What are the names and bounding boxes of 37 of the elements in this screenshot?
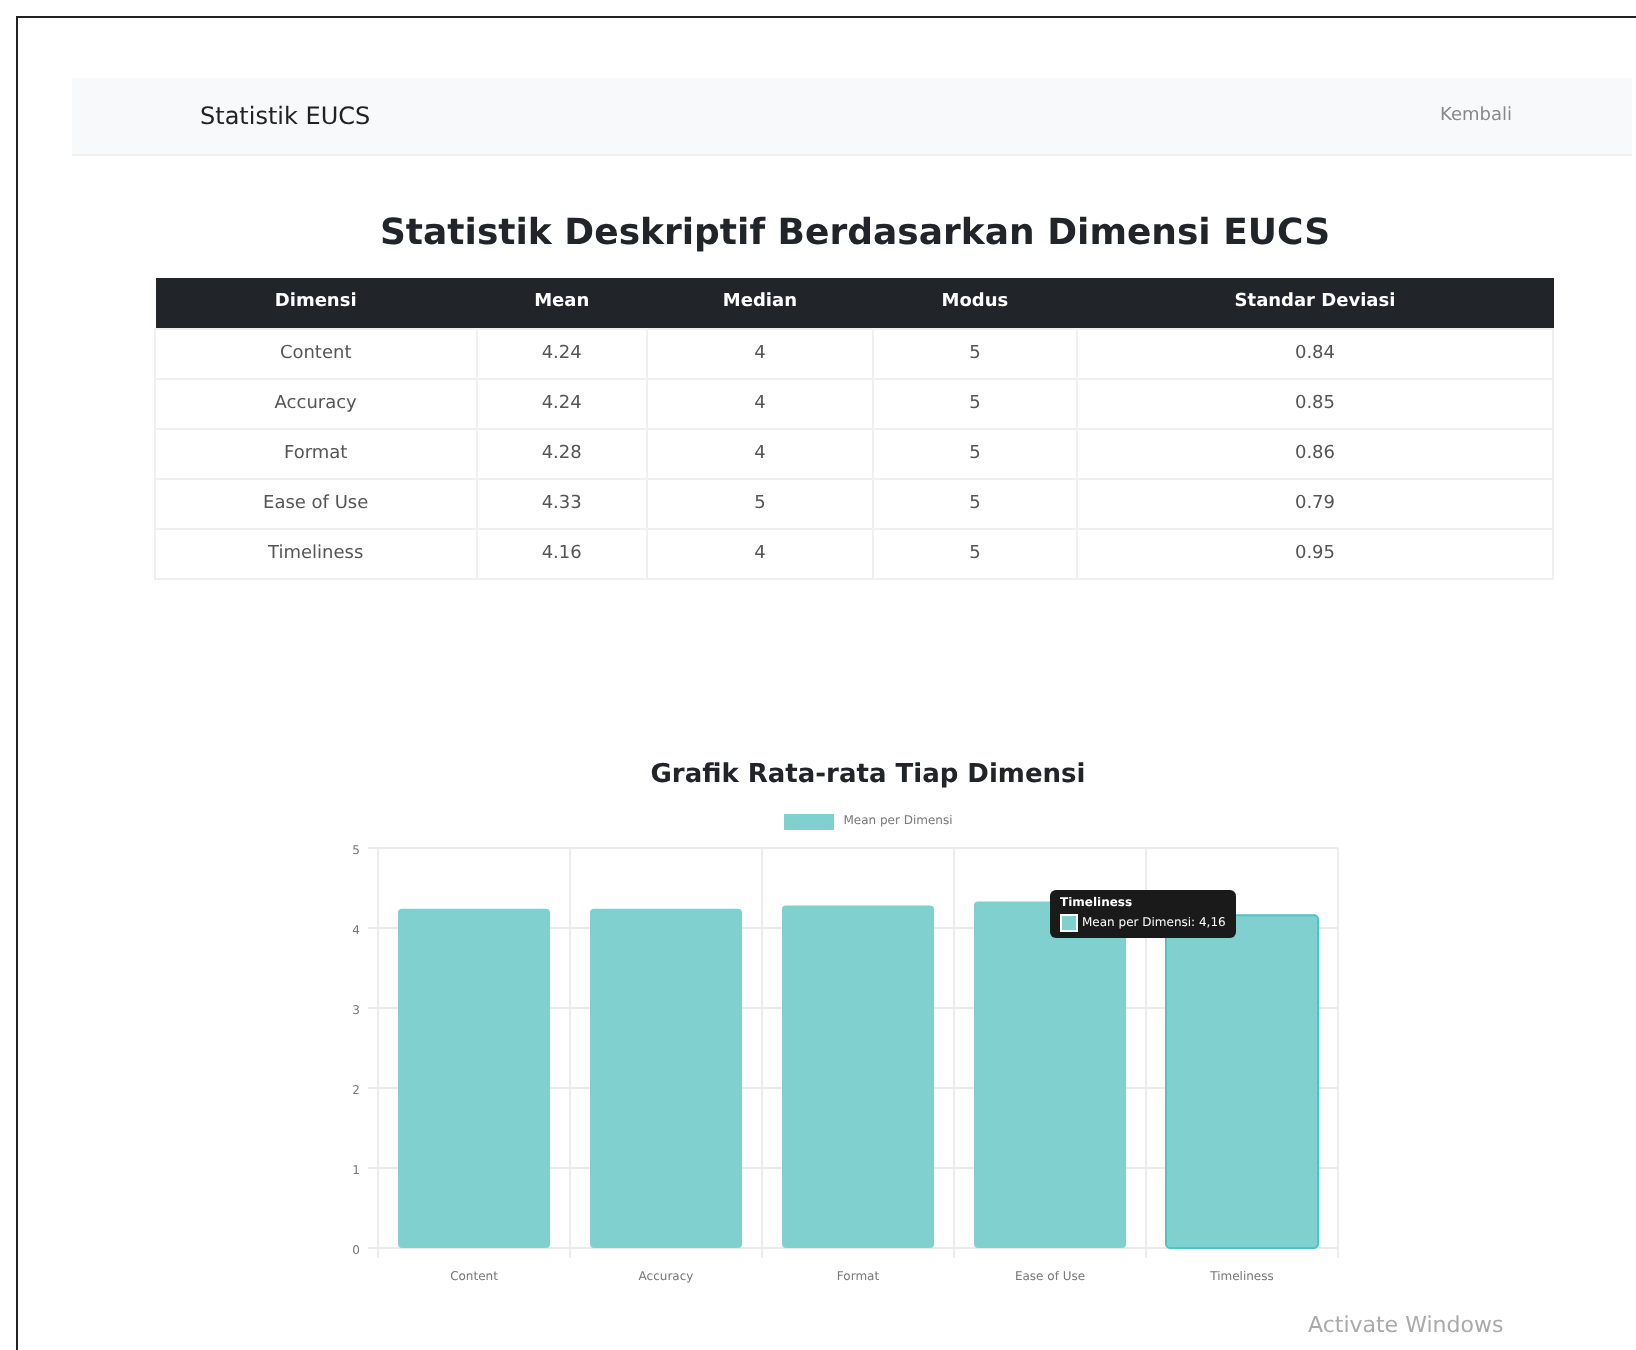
- table-cell: 5: [872, 328, 1077, 378]
- table-cell: 4.24: [476, 378, 648, 428]
- table-cell: Accuracy: [155, 378, 477, 428]
- table-cell: 0.84: [1076, 328, 1553, 378]
- table-cell: 0.86: [1076, 428, 1553, 478]
- table-cell: Ease of Use: [155, 478, 477, 528]
- table-cell: Format: [155, 428, 477, 478]
- column-header: Modus: [872, 278, 1077, 328]
- table-cell: 4.33: [476, 478, 648, 528]
- table-cell: 0.85: [1076, 378, 1553, 428]
- back-link[interactable]: Kembali: [1440, 106, 1512, 126]
- column-header: Median: [647, 278, 873, 328]
- table-cell: 4: [647, 378, 873, 428]
- table-cell: Content: [155, 328, 477, 378]
- table-cell: 4: [647, 528, 873, 578]
- chart-title: Grafik Rata-rata Tiap Dimensi: [648, 759, 1088, 789]
- table-cell: 5: [647, 478, 873, 528]
- table-cell: 0.95: [1076, 528, 1553, 578]
- table-cell: 4.16: [476, 528, 648, 578]
- brand-title: Statistik EUCS: [200, 102, 371, 130]
- tooltip-swatch-icon: [1060, 914, 1078, 933]
- table-cell: 4: [647, 428, 873, 478]
- activation-notice: Activate Windows: [1308, 1312, 1504, 1338]
- column-header: Dimensi: [155, 278, 477, 328]
- table-cell: 5: [872, 478, 1077, 528]
- table-cell: 4: [647, 328, 873, 378]
- column-header: Standar Deviasi: [1076, 278, 1553, 328]
- table-cell: 5: [872, 428, 1077, 478]
- legend-swatch-icon: [783, 813, 834, 829]
- table-cell: 5: [872, 378, 1077, 428]
- table-cell: 5: [872, 528, 1077, 578]
- table-cell: 4.28: [476, 428, 648, 478]
- page-title: Statistik Deskriptif Berdasarkan Dimensi EUCS: [377, 212, 1333, 254]
- table-cell: 4.24: [476, 328, 648, 378]
- table-cell: Timeliness: [155, 528, 477, 578]
- column-header: Mean: [476, 278, 648, 328]
- table-cell: 0.79: [1076, 478, 1553, 528]
